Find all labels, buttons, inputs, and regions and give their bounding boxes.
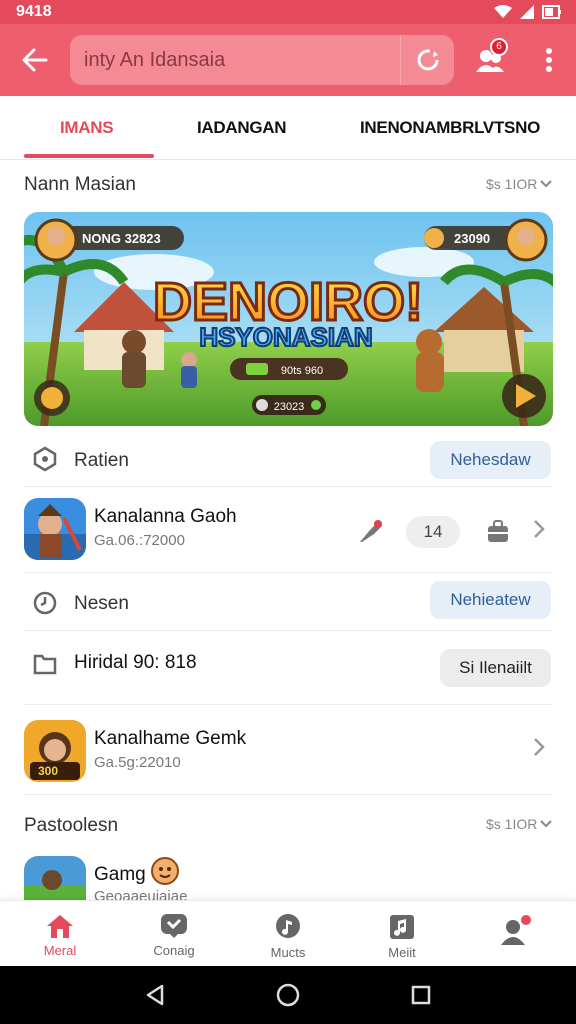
battery-icon xyxy=(542,5,561,19)
banner-score-right: 23090 xyxy=(454,231,490,246)
banner-score-left: NONG 32823 xyxy=(82,231,161,246)
section-meta-text: $s 1IOR xyxy=(486,816,538,832)
more-options-button[interactable] xyxy=(526,24,572,96)
game-title[interactable]: Gamg xyxy=(94,864,146,886)
chat-icon xyxy=(161,914,187,938)
home-circle-icon[interactable] xyxy=(275,982,301,1008)
recents-square-icon[interactable] xyxy=(410,984,432,1006)
more-vert-icon xyxy=(546,48,552,72)
nav-item-meral[interactable]: Meral xyxy=(4,901,116,967)
search-box[interactable] xyxy=(70,35,454,85)
briefcase-icon[interactable] xyxy=(486,518,510,549)
ratien-action-button[interactable]: Nehesdaw xyxy=(430,441,551,479)
library-icon xyxy=(390,915,414,939)
nav-item-conaig[interactable]: Conaig xyxy=(118,901,230,967)
clock-icon xyxy=(32,590,58,621)
bottom-navigation: Meral Conaig Mucts Meiit xyxy=(0,900,576,966)
tab-indicator xyxy=(24,154,154,158)
gamepad-icon xyxy=(32,446,58,477)
game-thumbnail[interactable] xyxy=(24,498,86,560)
nav-label: Meiit xyxy=(388,945,416,960)
game-thumbnail[interactable]: 300 xyxy=(24,720,86,782)
game-count-chip: 14 xyxy=(406,516,460,548)
status-bar: 9418 xyxy=(0,0,576,24)
chevron-right-icon[interactable] xyxy=(532,736,546,758)
nav-label: Meral xyxy=(43,943,77,958)
section-meta-text: $s 1IOR xyxy=(486,176,538,192)
nav-label: Conaig xyxy=(153,943,195,958)
featured-game-banner[interactable]: DENOIRO! HSYONASIAN 90ts 960 23023 NONG … xyxy=(24,212,553,426)
section-title: Nann Masian xyxy=(24,174,136,195)
game-subtitle: Ga.5g:22010 xyxy=(94,754,181,771)
nesen-action-button[interactable]: Nehieatew xyxy=(430,581,551,619)
back-triangle-icon[interactable] xyxy=(144,983,166,1007)
ratien-label: Ratien xyxy=(74,450,129,471)
banner-progress-text: 90ts 960 xyxy=(281,365,323,377)
notifications-button[interactable]: 6 xyxy=(454,24,526,96)
nav-item-mucts[interactable]: Mucts xyxy=(232,901,344,967)
tab-bar: IMANS IADANGAN INENONAMBRLVTSNO xyxy=(0,96,576,160)
arrow-left-icon xyxy=(22,48,48,72)
divider xyxy=(24,572,552,573)
app-bar: 6 xyxy=(0,24,576,96)
folder-icon xyxy=(33,652,57,681)
back-button[interactable] xyxy=(0,24,70,96)
hiridal-action-button[interactable]: Si Ilenaiilt xyxy=(440,649,551,687)
home-icon xyxy=(47,915,73,938)
pin-icon[interactable] xyxy=(356,518,386,549)
banner-coins: 23023 xyxy=(274,401,305,413)
game-badge: 300 xyxy=(38,764,59,778)
emoji-face-icon xyxy=(150,856,180,891)
tab-iadangan[interactable]: IADANGAN xyxy=(197,96,287,160)
status-icons xyxy=(494,5,562,19)
banner-subtitle: HSYONASIAN xyxy=(199,322,372,352)
wifi-icon xyxy=(494,5,512,18)
nesen-label: Nesen xyxy=(74,593,129,614)
chevron-down-icon xyxy=(540,180,553,188)
status-time: 9418 xyxy=(16,3,52,20)
search-input[interactable] xyxy=(84,48,394,72)
tab-inenonambrlvtsno[interactable]: INENONAMBRLVTSNO xyxy=(360,96,540,160)
system-navigation-bar xyxy=(0,966,576,1024)
divider xyxy=(24,630,552,631)
chevron-right-icon[interactable] xyxy=(532,518,546,540)
game-title[interactable]: Kanalhame Gemk xyxy=(94,728,246,750)
refresh-button[interactable] xyxy=(400,35,454,85)
nav-item-profile[interactable] xyxy=(460,901,572,967)
chevron-down-icon xyxy=(540,820,553,828)
divider xyxy=(24,794,552,795)
music-icon xyxy=(276,914,300,938)
divider xyxy=(24,704,552,705)
section-meta-button[interactable]: $s 1IOR xyxy=(486,176,553,192)
app-screen: 9418 6 IMANS IADANGAN INENONAMBRLVTSNO xyxy=(0,0,576,1024)
divider xyxy=(24,486,552,487)
nav-label: Mucts xyxy=(270,945,306,960)
refresh-icon xyxy=(417,49,438,71)
profile-icon xyxy=(501,913,533,945)
signal-icon xyxy=(520,5,534,19)
game-subtitle: Ga.06.:72000 xyxy=(94,532,185,549)
hiridal-label: Hiridal 90: 818 xyxy=(74,652,197,673)
nav-item-meiit[interactable]: Meiit xyxy=(346,901,458,967)
tab-imans[interactable]: IMANS xyxy=(60,96,114,160)
section-meta-button[interactable]: $s 1IOR xyxy=(486,816,553,832)
section-title: Pastoolesn xyxy=(24,815,119,836)
notification-badge: 6 xyxy=(490,38,508,56)
game-title[interactable]: Kanalanna Gaoh xyxy=(94,506,237,528)
